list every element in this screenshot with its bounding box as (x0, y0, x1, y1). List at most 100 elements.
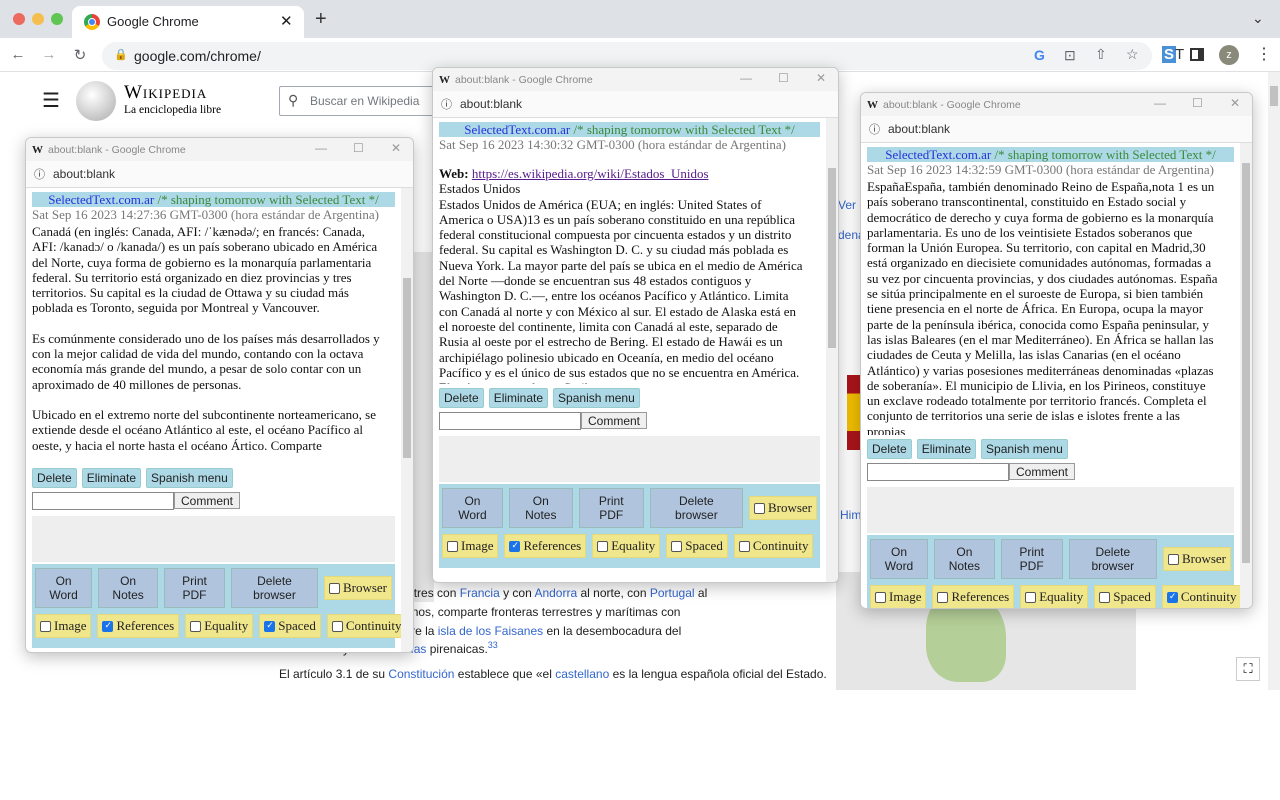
continuity-checkbox[interactable] (738, 540, 750, 552)
profile-avatar[interactable]: z (1219, 45, 1239, 65)
selectedtext-extension-t-icon[interactable]: T (1175, 46, 1184, 63)
comment-button[interactable]: Comment (174, 492, 241, 509)
image-checkbox[interactable] (447, 540, 458, 552)
reload-icon[interactable]: ↻ (70, 46, 90, 64)
bookmark-star-icon[interactable]: ☆ (1126, 46, 1139, 63)
delete-button[interactable]: Delete (439, 388, 484, 408)
close-icon[interactable]: ✕ (1230, 96, 1240, 110)
checkbox-browser[interactable]: Browser (323, 576, 392, 600)
checkbox-equality[interactable]: Equality (1020, 585, 1089, 608)
checkbox-spaced[interactable]: Spaced (259, 614, 321, 638)
spaced-checkbox[interactable] (671, 540, 683, 552)
side-panel-icon[interactable] (1190, 48, 1204, 61)
delete-button[interactable]: Delete (867, 439, 912, 459)
google-icon[interactable]: G (1034, 47, 1045, 63)
checkbox-spaced[interactable]: Spaced (666, 534, 728, 558)
spanish-menu-button[interactable]: Spanish menu (981, 439, 1068, 459)
selectedtext-extension-icon[interactable]: S (1162, 46, 1177, 63)
on-notes-button[interactable]: On Notes (934, 539, 995, 579)
print-pdf-button[interactable]: Print PDF (1000, 539, 1063, 579)
spanish-menu-button[interactable]: Spanish menu (146, 468, 233, 488)
wiki-link[interactable]: Constitución (388, 667, 454, 681)
comment-button[interactable]: Comment (1009, 463, 1076, 480)
popup-title-bar[interactable]: Wabout:blank - Google Chrome — ☐ ✕ (26, 138, 413, 161)
print-pdf-button[interactable]: Print PDF (578, 488, 644, 528)
page-scrollbar[interactable] (1268, 72, 1280, 690)
eliminate-button[interactable]: Eliminate (916, 439, 977, 459)
checkbox-browser[interactable]: Browser (1162, 547, 1231, 571)
close-window-button[interactable] (13, 13, 25, 25)
selected-text-box[interactable]: Web: https://es.wikipedia.org/wiki/Estad… (439, 154, 820, 384)
browser-checkbox[interactable] (328, 582, 340, 594)
checkbox-references[interactable]: References (97, 614, 180, 638)
forward-icon[interactable]: → (39, 46, 59, 63)
delete-button[interactable]: Delete (32, 468, 77, 488)
wiki-link[interactable]: Andorra (534, 586, 577, 600)
info-icon[interactable]: ⓘ (869, 121, 880, 137)
checkbox-image[interactable]: Image (442, 534, 499, 558)
maximize-icon[interactable]: ☐ (1192, 96, 1203, 110)
citation-ref[interactable]: 33 (488, 640, 498, 650)
back-icon[interactable]: ← (8, 46, 28, 63)
browser-checkbox[interactable] (753, 502, 765, 514)
image-checkbox[interactable] (875, 591, 886, 603)
wiki-link[interactable]: Francia (460, 586, 500, 600)
popup-scrollbar[interactable] (826, 118, 838, 582)
popup-address-bar[interactable]: ⓘ about:blank (433, 91, 838, 118)
maximize-icon[interactable]: ☐ (778, 71, 789, 85)
on-word-button[interactable]: On Word (442, 488, 503, 528)
comment-button[interactable]: Comment (581, 412, 648, 429)
popup-title-bar[interactable]: Wabout:blank - Google Chrome — ☐ ✕ (861, 93, 1252, 116)
equality-checkbox[interactable] (597, 540, 609, 552)
translate-icon[interactable]: ⊡ (1064, 47, 1076, 64)
address-bar[interactable]: 🔒 google.com/chrome/ G ⊡ ⇧ ☆ (102, 42, 1152, 70)
selectedtext-site-link[interactable]: SelectedText.com.ar (885, 147, 991, 162)
tab-close-icon[interactable]: ✕ (280, 12, 293, 30)
spaced-checkbox[interactable] (1099, 591, 1111, 603)
popup-address-bar[interactable]: ⓘ about:blank (861, 116, 1252, 143)
references-checkbox[interactable] (102, 620, 114, 632)
popup-scrollbar[interactable] (401, 188, 413, 652)
checkbox-image[interactable]: Image (35, 614, 92, 638)
references-checkbox[interactable] (509, 540, 521, 552)
spanish-menu-button[interactable]: Spanish menu (553, 388, 640, 408)
checkbox-continuity[interactable]: Continuity (733, 534, 814, 558)
maximize-window-button[interactable] (51, 13, 63, 25)
selected-text-box[interactable]: Canadá (en inglés: Canada, AFI: /ˈkænədə… (32, 224, 395, 464)
wiki-link[interactable]: Portugal (650, 586, 695, 600)
fullscreen-icon[interactable]: ⛶ (1236, 657, 1260, 681)
minimize-window-button[interactable] (32, 13, 44, 25)
web-source-link[interactable]: https://es.wikipedia.org/wiki/Estados_Un… (472, 166, 709, 181)
on-word-button[interactable]: On Word (35, 568, 93, 608)
share-icon[interactable]: ⇧ (1095, 46, 1107, 63)
close-icon[interactable]: ✕ (391, 141, 401, 155)
equality-checkbox[interactable] (190, 620, 202, 632)
comment-input[interactable] (32, 492, 174, 510)
equality-checkbox[interactable] (1025, 591, 1037, 603)
delete-browser-button[interactable]: Delete browser (1068, 539, 1157, 579)
selectedtext-site-link[interactable]: SelectedText.com.ar (464, 122, 570, 137)
print-pdf-button[interactable]: Print PDF (164, 568, 226, 608)
wiki-link[interactable]: isla de los Faisanes (438, 624, 543, 638)
delete-browser-button[interactable]: Delete browser (649, 488, 743, 528)
comment-input[interactable] (439, 412, 581, 430)
tab-google-chrome[interactable]: Google Chrome ✕ (72, 6, 304, 38)
comment-input[interactable] (867, 463, 1009, 481)
checkbox-continuity[interactable]: Continuity (326, 614, 407, 638)
hamburger-menu-icon[interactable]: ☰ (42, 88, 60, 113)
checkbox-equality[interactable]: Equality (185, 614, 254, 638)
wikipedia-globe-logo[interactable] (76, 81, 116, 121)
info-icon[interactable]: ⓘ (441, 96, 452, 112)
menu-kebab-icon[interactable]: ⋮ (1256, 44, 1272, 64)
spaced-checkbox[interactable] (264, 620, 276, 632)
info-icon[interactable]: ⓘ (34, 166, 45, 182)
continuity-checkbox[interactable] (331, 620, 343, 632)
checkbox-references[interactable]: References (504, 534, 587, 558)
maximize-icon[interactable]: ☐ (353, 141, 364, 155)
scrollbar-thumb[interactable] (828, 168, 836, 348)
selectedtext-site-link[interactable]: SelectedText.com.ar (48, 192, 154, 207)
checkbox-image[interactable]: Image (870, 585, 927, 608)
checkbox-browser[interactable]: Browser (748, 496, 818, 520)
wikipedia-search-input[interactable]: ⚲ Buscar en Wikipedia (279, 86, 449, 116)
on-notes-button[interactable]: On Notes (98, 568, 159, 608)
